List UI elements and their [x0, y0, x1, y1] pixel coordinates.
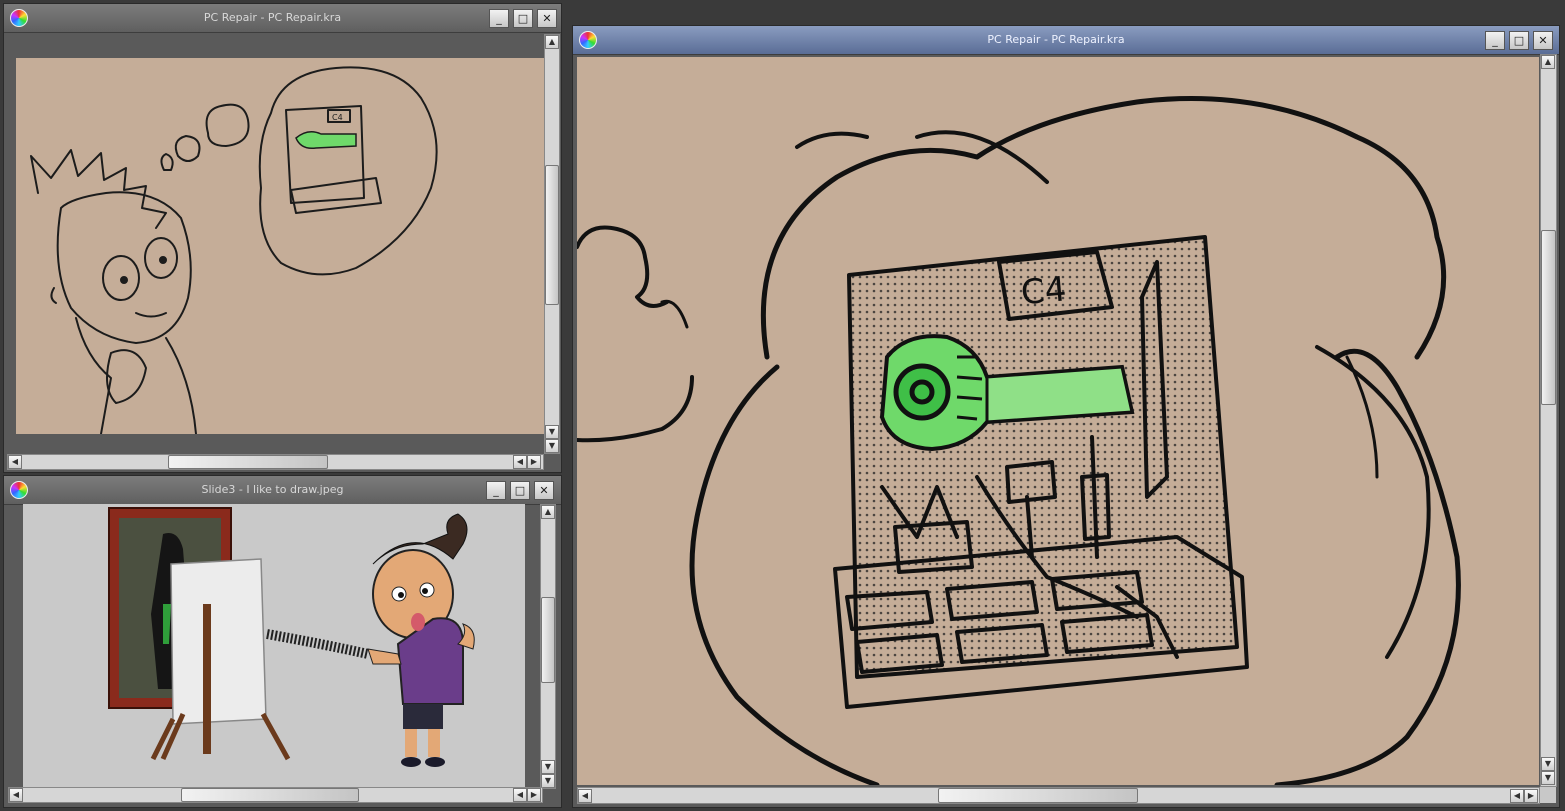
scroll-up-icon[interactable]: ▲: [545, 35, 559, 49]
maximize-button[interactable]: □: [1509, 31, 1529, 50]
drawing-canvas[interactable]: C4: [577, 57, 1539, 785]
close-button[interactable]: ✕: [534, 481, 554, 500]
horizontal-scrollbar[interactable]: ◀ ◀ ▶: [577, 787, 1540, 804]
scroll-left-icon[interactable]: ◀: [513, 788, 527, 802]
scroll-up-icon[interactable]: ▲: [1541, 55, 1555, 69]
scroll-right-icon[interactable]: ▶: [527, 788, 541, 802]
scroll-down-icon[interactable]: ▼: [545, 425, 559, 439]
scroll-right-icon[interactable]: ▶: [1524, 789, 1538, 803]
scroll-up-icon[interactable]: ▲: [541, 505, 555, 519]
scroll-thumb[interactable]: [541, 597, 555, 683]
scroll-thumb[interactable]: [181, 788, 359, 802]
illustration: [108, 507, 475, 767]
window-title: PC Repair - PC Repair.kra: [987, 33, 1125, 46]
app-logo-icon[interactable]: [10, 481, 28, 499]
scroll-right-icon[interactable]: ▶: [527, 455, 541, 469]
scroll-down-icon[interactable]: ▼: [541, 760, 555, 774]
window-slide3[interactable]: Slide3 - I like to draw.jpeg _ □ ✕ ▲ ▼ ▼…: [3, 475, 562, 808]
app-logo-icon[interactable]: [579, 31, 597, 49]
horizontal-scrollbar[interactable]: ◀ ◀ ▶: [7, 454, 544, 470]
close-button[interactable]: ✕: [1533, 31, 1553, 50]
scroll-left-icon[interactable]: ◀: [578, 789, 592, 803]
window-pc-repair-small[interactable]: PC Repair - PC Repair.kra _ □ ✕ C4 ▲ ▼ ▼…: [3, 3, 562, 473]
board-label: C4: [1019, 269, 1068, 313]
window-title: Slide3 - I like to draw.jpeg: [201, 483, 344, 496]
scroll-down-icon[interactable]: ▼: [1541, 757, 1555, 771]
board-label: C4: [332, 113, 343, 122]
close-button[interactable]: ✕: [537, 9, 557, 28]
image-canvas[interactable]: [23, 504, 525, 789]
maximize-button[interactable]: □: [510, 481, 530, 500]
vertical-scrollbar[interactable]: ▲ ▼ ▼: [540, 504, 556, 789]
horizontal-scrollbar[interactable]: ◀ ◀ ▶: [8, 787, 543, 803]
window-pc-repair-large[interactable]: PC Repair - PC Repair.kra _ □ ✕ C4 ▲ ▼ ▼…: [572, 25, 1560, 808]
sketch-artwork-zoomed: C4: [577, 96, 1461, 785]
scroll-left-icon[interactable]: ◀: [9, 788, 23, 802]
resize-corner[interactable]: [1540, 787, 1556, 803]
drawing-canvas[interactable]: C4: [16, 58, 544, 434]
scroll-left-icon[interactable]: ◀: [8, 455, 22, 469]
sketch-artwork: C4: [30, 66, 438, 434]
title-bar[interactable]: Slide3 - I like to draw.jpeg _ □ ✕: [4, 476, 561, 505]
minimize-button[interactable]: _: [486, 481, 506, 500]
scroll-left-icon[interactable]: ◀: [1510, 789, 1524, 803]
title-bar[interactable]: PC Repair - PC Repair.kra _ □ ✕: [4, 4, 561, 33]
app-logo-icon[interactable]: [10, 9, 28, 27]
scroll-thumb[interactable]: [938, 788, 1138, 803]
scroll-thumb[interactable]: [545, 165, 559, 305]
scroll-thumb[interactable]: [168, 455, 328, 469]
vertical-scrollbar[interactable]: ▲ ▼ ▼: [544, 34, 560, 454]
scroll-thumb[interactable]: [1541, 230, 1556, 405]
minimize-button[interactable]: _: [489, 9, 509, 28]
maximize-button[interactable]: □: [513, 9, 533, 28]
scroll-left-icon[interactable]: ◀: [513, 455, 527, 469]
scroll-down-icon[interactable]: ▼: [541, 774, 555, 788]
vertical-scrollbar[interactable]: ▲ ▼ ▼: [1540, 54, 1557, 787]
scroll-down-icon[interactable]: ▼: [545, 439, 559, 453]
window-title: PC Repair - PC Repair.kra: [203, 11, 342, 24]
minimize-button[interactable]: _: [1485, 31, 1505, 50]
scroll-down-icon[interactable]: ▼: [1541, 771, 1555, 785]
title-bar[interactable]: PC Repair - PC Repair.kra _ □ ✕: [573, 26, 1559, 55]
